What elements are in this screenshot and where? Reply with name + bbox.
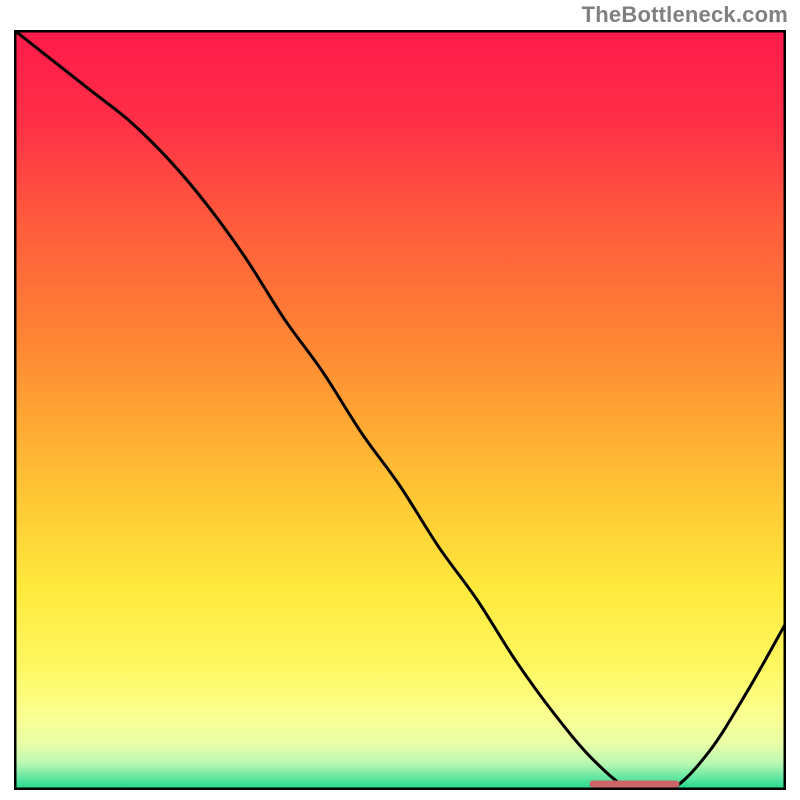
chart-frame: TheBottleneck.com <box>0 0 800 800</box>
chart-svg <box>14 30 786 790</box>
chart-background <box>14 30 786 790</box>
watermark-text: TheBottleneck.com <box>582 2 788 28</box>
chart-plot <box>14 30 786 790</box>
